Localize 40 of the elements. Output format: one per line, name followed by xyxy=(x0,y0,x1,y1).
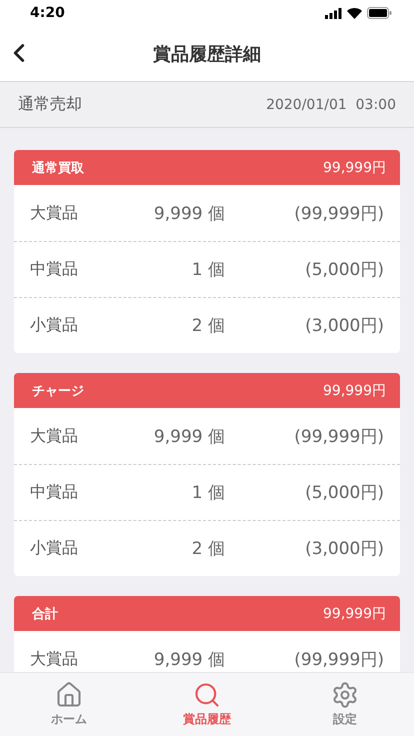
prize-name: 大賞品 xyxy=(30,202,79,224)
prize-amount: (5,000円) xyxy=(304,259,384,281)
prize-amount: (3,000円) xyxy=(304,315,384,337)
prize-count: 2 個 xyxy=(190,315,225,337)
home-icon xyxy=(55,681,83,709)
prize-amount: (99,999円) xyxy=(293,426,384,448)
prize-count: 9,999 個 xyxy=(152,426,225,448)
tab-item[interactable]: 設定 xyxy=(276,673,414,736)
status-time: 4:20 xyxy=(30,5,65,21)
signal-icon xyxy=(325,8,342,18)
prize-amount: (5,000円) xyxy=(304,482,384,504)
battery-icon xyxy=(367,7,392,19)
prize-name: 大賞品 xyxy=(30,426,79,446)
search-icon xyxy=(193,681,221,709)
prize-amount: (3,000円) xyxy=(304,538,384,560)
section-title: チャージ xyxy=(32,382,84,400)
prize-count: 9,999 個 xyxy=(152,202,225,224)
wifi-icon xyxy=(347,8,362,18)
section-title: 通常買取 xyxy=(32,160,84,176)
prize-amount: (99,999円) xyxy=(293,648,384,670)
section-total: 99,999円 xyxy=(323,382,386,400)
date-time: 2020/01/01 03:00 xyxy=(266,96,396,112)
prize-name: 中賞品 xyxy=(30,482,79,503)
tab-item[interactable]: ホーム xyxy=(0,673,138,736)
prize-name: 大賞品 xyxy=(30,648,79,670)
prize-amount: (99,999円) xyxy=(293,202,384,224)
prize-count: 2 個 xyxy=(190,538,225,560)
prize-name: 小賞品 xyxy=(30,315,79,336)
prize-count: 1 個 xyxy=(190,259,225,281)
section-total: 99,999円 xyxy=(323,604,386,622)
tab-item[interactable]: 賞品履歴 xyxy=(138,673,276,736)
sale-type: 通常売却 xyxy=(18,94,82,115)
section-title: 合計 xyxy=(32,606,58,622)
prize-name: 中賞品 xyxy=(30,259,79,280)
prize-count: 9,999 個 xyxy=(152,648,225,670)
prize-name: 小賞品 xyxy=(30,538,79,559)
settings-icon xyxy=(331,681,359,709)
section-total: 99,999円 xyxy=(323,158,386,176)
page-title: 賞品履歴詳細 xyxy=(153,42,261,66)
prize-count: 1 個 xyxy=(190,482,225,504)
